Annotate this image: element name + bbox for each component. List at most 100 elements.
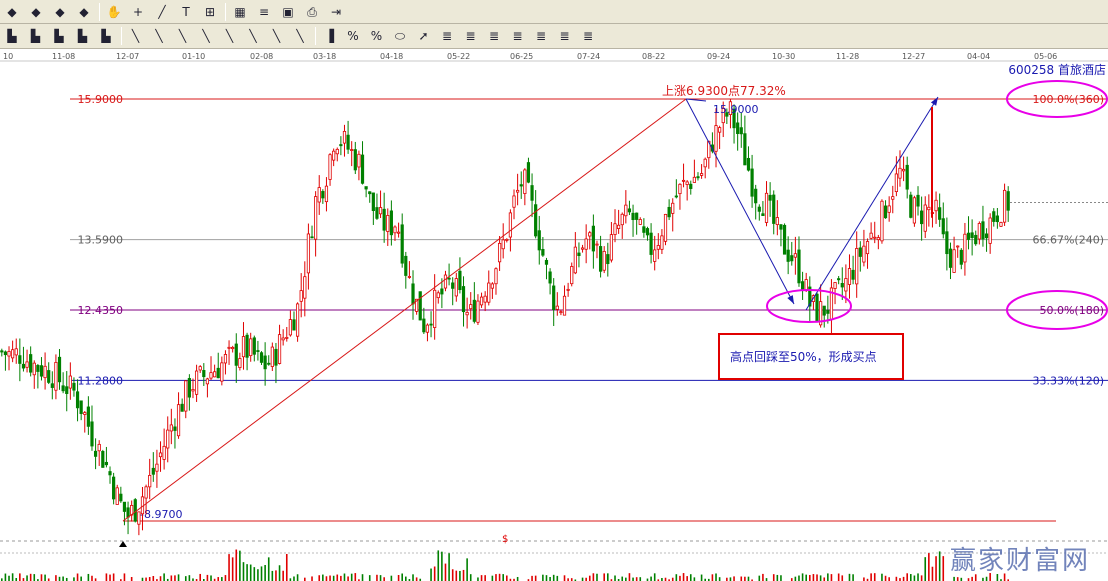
candle-type-5-icon[interactable]: ▙ [96,26,116,46]
candle-body [443,274,448,289]
candle-body [342,130,347,144]
candle-body [627,208,632,213]
candle-body [3,351,8,356]
candle-body [97,443,101,452]
candle-body [689,183,693,189]
x-tick-label: 01-10 [182,52,205,61]
candle-body [800,281,805,291]
candle-body [382,208,386,231]
candle-body [314,196,318,240]
candle-body [292,319,296,331]
x-tick-label: 06-25 [510,52,533,61]
candle-body [371,192,375,212]
candle-body [635,212,639,220]
draw-channel-icon[interactable]: ╲ [243,26,263,46]
candle-body [941,218,945,235]
candle-body [501,239,505,250]
candle-body [617,224,621,229]
grid-table-icon[interactable]: ⊞ [200,2,220,22]
arrow-up-icon[interactable]: ◆ [26,2,46,22]
calendar-icon[interactable]: ▦ [230,2,250,22]
draw-fan-icon[interactable]: ╲ [149,26,169,46]
fib-6-icon[interactable]: ≣ [555,26,575,46]
candle-body [880,200,884,242]
draw-box-icon[interactable]: ╲ [126,26,146,46]
bar-chart-icon[interactable]: ▐ [320,26,340,46]
candle-body [992,211,996,222]
candle-body [544,259,549,265]
text-tool-icon[interactable]: T [176,2,196,22]
draw-rect-icon[interactable]: ╲ [173,26,193,46]
candle-body [588,232,592,237]
candle-body [923,204,927,232]
candle-body [746,157,751,171]
candle-body [562,295,567,316]
draw-grid-icon[interactable]: ╲ [267,26,287,46]
candle-type-4-icon[interactable]: ▙ [73,26,93,46]
arrow-draw-icon[interactable]: ➚ [414,26,434,46]
candle-body [173,426,177,431]
fib-pct-label: 100.0%(360) [1032,93,1104,106]
arrow-up-icon[interactable]: ◆ [74,2,94,22]
draw-hatch-icon[interactable]: ╲ [196,26,216,46]
candle-body [934,199,938,212]
candle-body [750,168,754,197]
candle-body [29,354,33,373]
arrow-up-icon[interactable]: ◆ [50,2,70,22]
draw-angle-icon[interactable]: ╲ [220,26,240,46]
ellipse-icon[interactable]: ⬭ [390,26,410,46]
candle-body [476,300,480,323]
candle-body [151,467,155,475]
crosshair-icon[interactable]: + [128,2,148,22]
candle-body [364,186,368,190]
fib-4-icon[interactable]: ≣ [508,26,528,46]
candle-type-3-icon[interactable]: ▙ [49,26,69,46]
save-icon[interactable]: ▣ [278,2,298,22]
percent-icon[interactable]: % [343,26,363,46]
candle-body [948,248,953,268]
draw-parallel-icon[interactable]: ╲ [290,26,310,46]
x-tick-label: 04-04 [967,52,990,61]
pan-hand-icon[interactable]: ✋ [104,2,124,22]
fib-2-icon[interactable]: ≣ [461,26,481,46]
fib-5-icon[interactable]: ≣ [531,26,551,46]
fib-3-icon[interactable]: ≣ [484,26,504,46]
candle-body [956,245,960,248]
toolbar-separator [99,3,100,21]
fib-7-icon[interactable]: ≣ [578,26,598,46]
candle-body [739,127,743,135]
export-icon[interactable]: ⇥ [326,2,346,22]
percent-sign-icon[interactable]: % [367,26,387,46]
candle-body [306,233,311,274]
x-tick-label: 05-22 [447,52,470,61]
candle-body [699,173,704,176]
candle-body [350,149,354,151]
candle-body [580,247,585,250]
candle-body [837,278,841,281]
candle-body [310,236,314,239]
x-tick-label: 11-28 [836,52,859,61]
candle-type-2-icon[interactable]: ▙ [26,26,46,46]
toolbar-separator [314,27,316,45]
line-tool-icon[interactable]: ╱ [152,2,172,22]
candle-body [595,243,599,246]
notes-icon[interactable]: ≡ [254,2,274,22]
candle-body [393,226,397,234]
candle-body [526,162,531,183]
candle-body [122,501,127,512]
arrow-up-icon[interactable]: ◆ [2,2,22,22]
candle-body [840,283,844,288]
candle-body [570,266,574,285]
candle-body [57,356,62,383]
fib-1-icon[interactable]: ≣ [437,26,457,46]
candle-body [25,361,29,368]
candle-body [703,158,707,168]
candlestick-chart[interactable]: 10 11-08 12-07 01-10 02-08 03-18 04-18 05-22 06-… [0,49,1108,581]
candle-body [891,196,895,200]
candle-body [469,304,473,310]
candle-type-1-icon[interactable]: ▙ [2,26,22,46]
print-icon[interactable]: ⎙ [302,2,322,22]
candle-body [83,412,87,415]
candle-body [764,192,769,223]
candle-body [433,289,437,328]
